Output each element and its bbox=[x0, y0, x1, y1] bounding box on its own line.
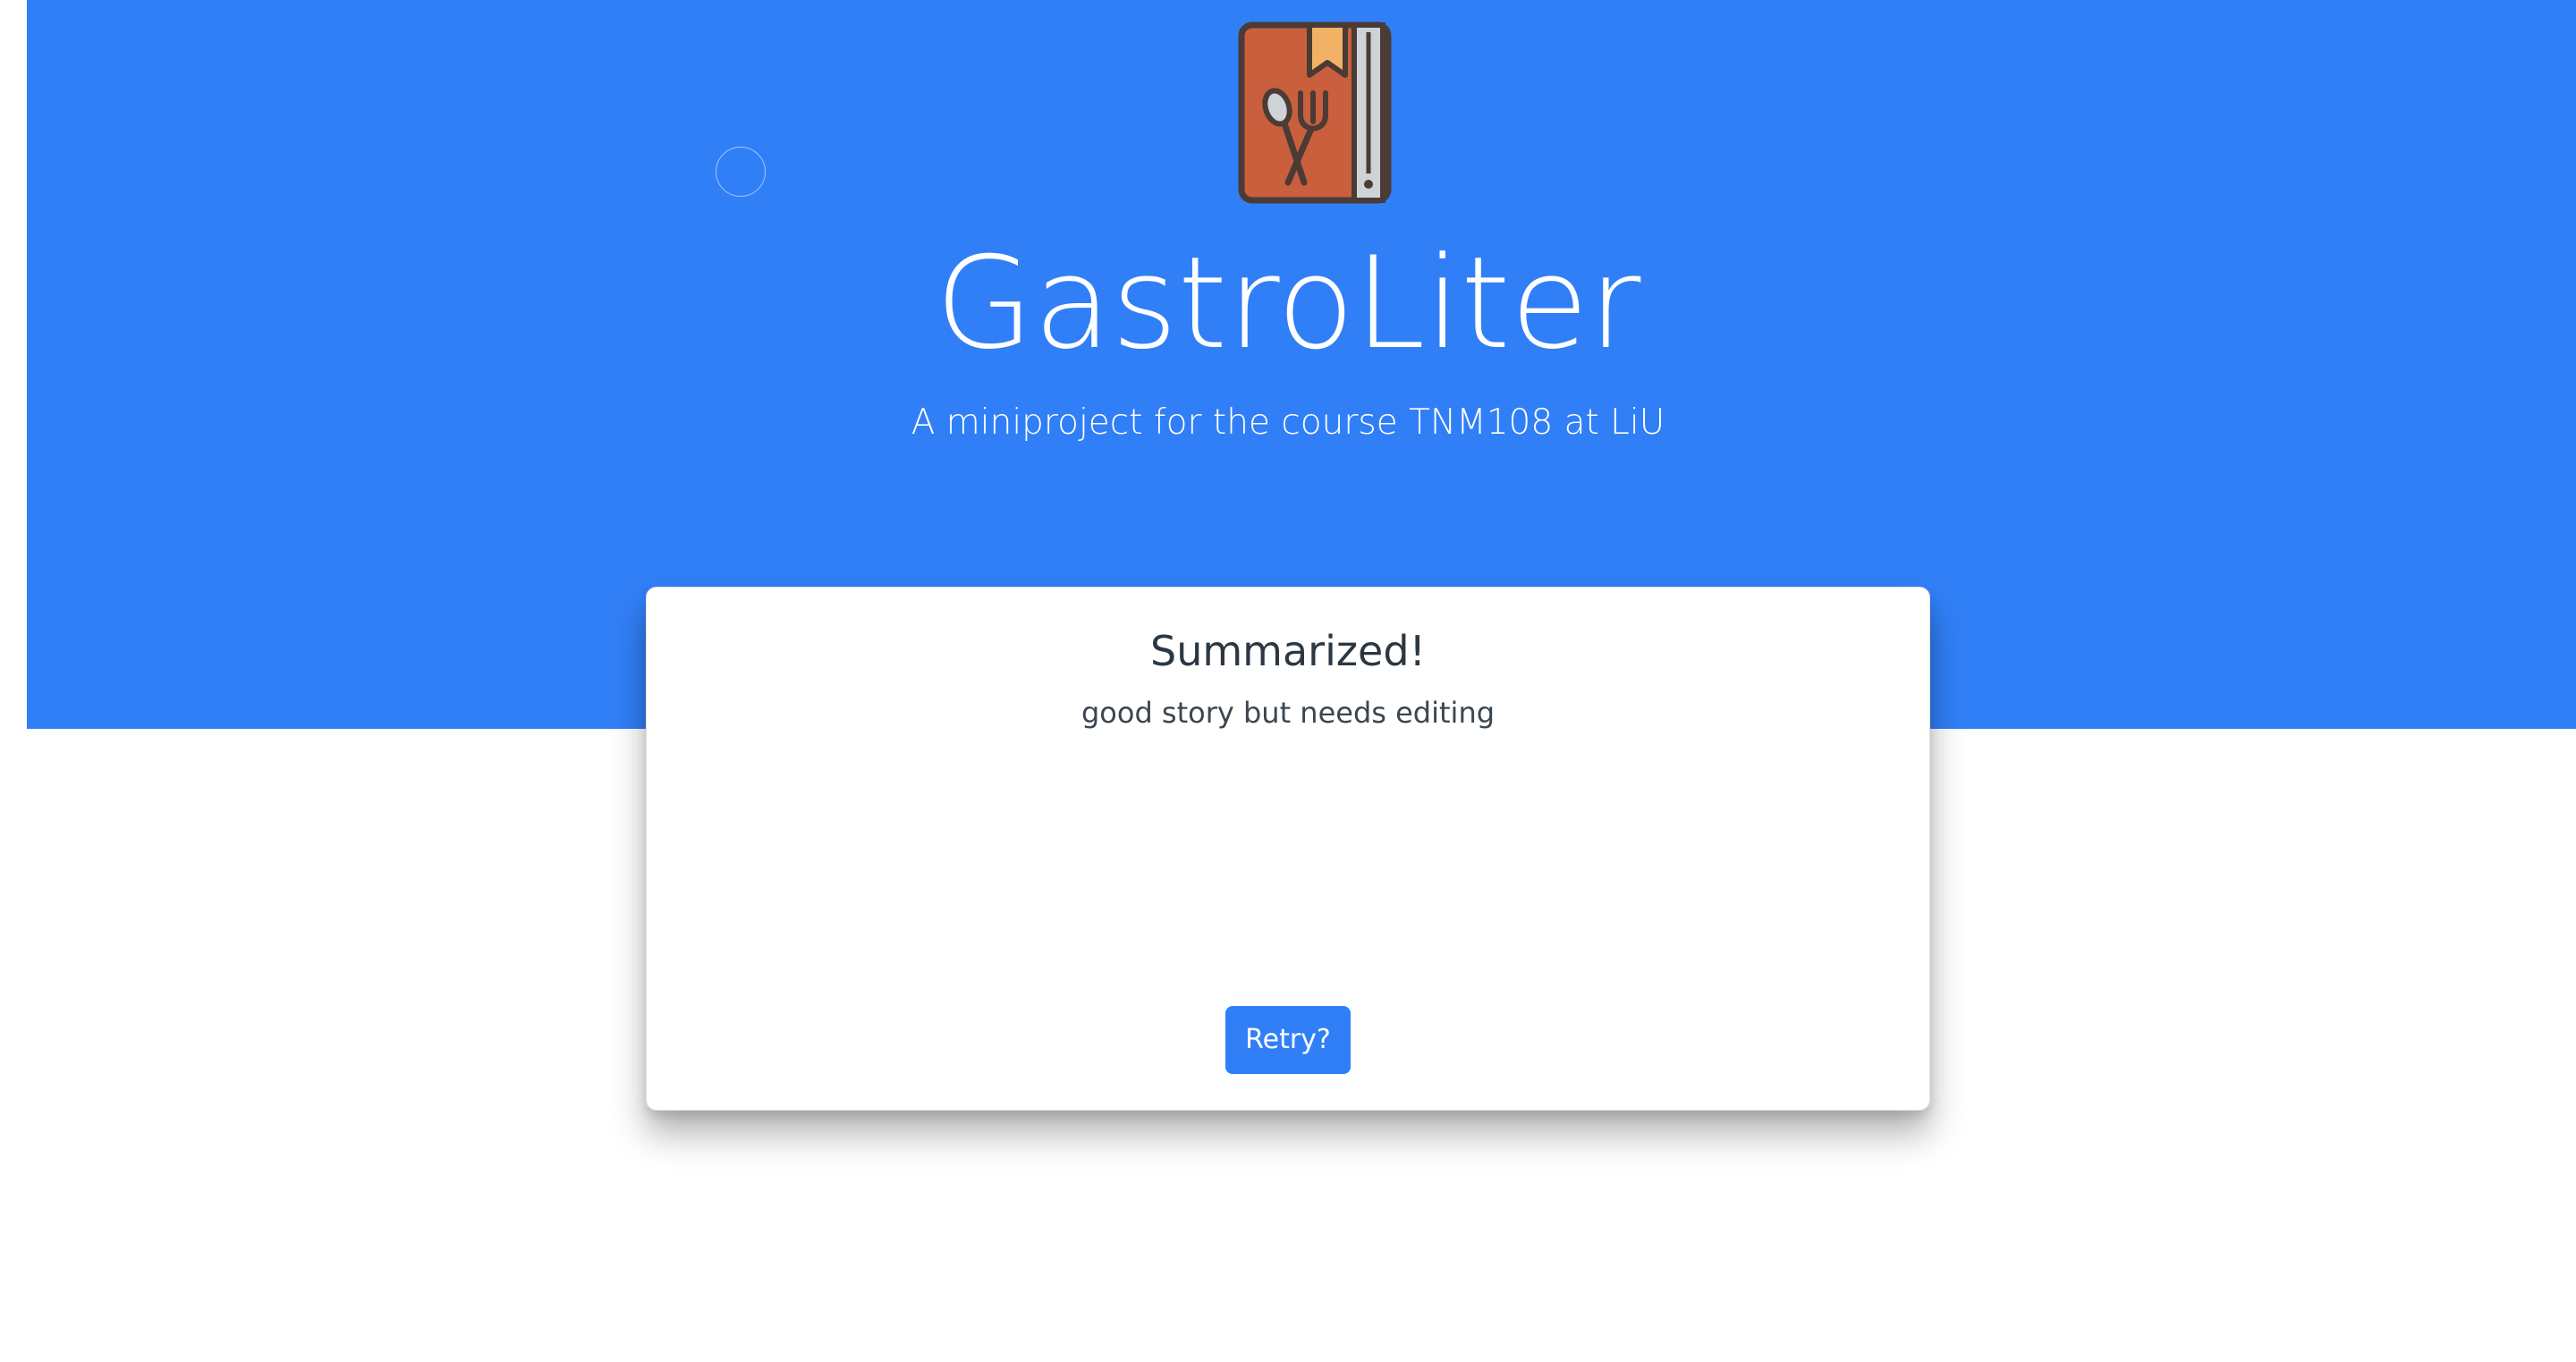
summary-heading: Summarized! bbox=[1150, 627, 1426, 675]
cursor-indicator bbox=[716, 147, 766, 197]
page-title: GastroLiter bbox=[935, 230, 1641, 377]
retry-button[interactable]: Retry? bbox=[1225, 1006, 1351, 1074]
summary-card: Summarized! good story but needs editing… bbox=[646, 587, 1930, 1111]
page: GastroLiter A miniproject for the course… bbox=[0, 0, 2576, 1362]
recipe-book-icon bbox=[1238, 21, 1392, 204]
summary-text: good story but needs editing bbox=[1080, 696, 1496, 730]
page-subtitle: A miniproject for the course TNM108 at L… bbox=[911, 402, 1665, 443]
